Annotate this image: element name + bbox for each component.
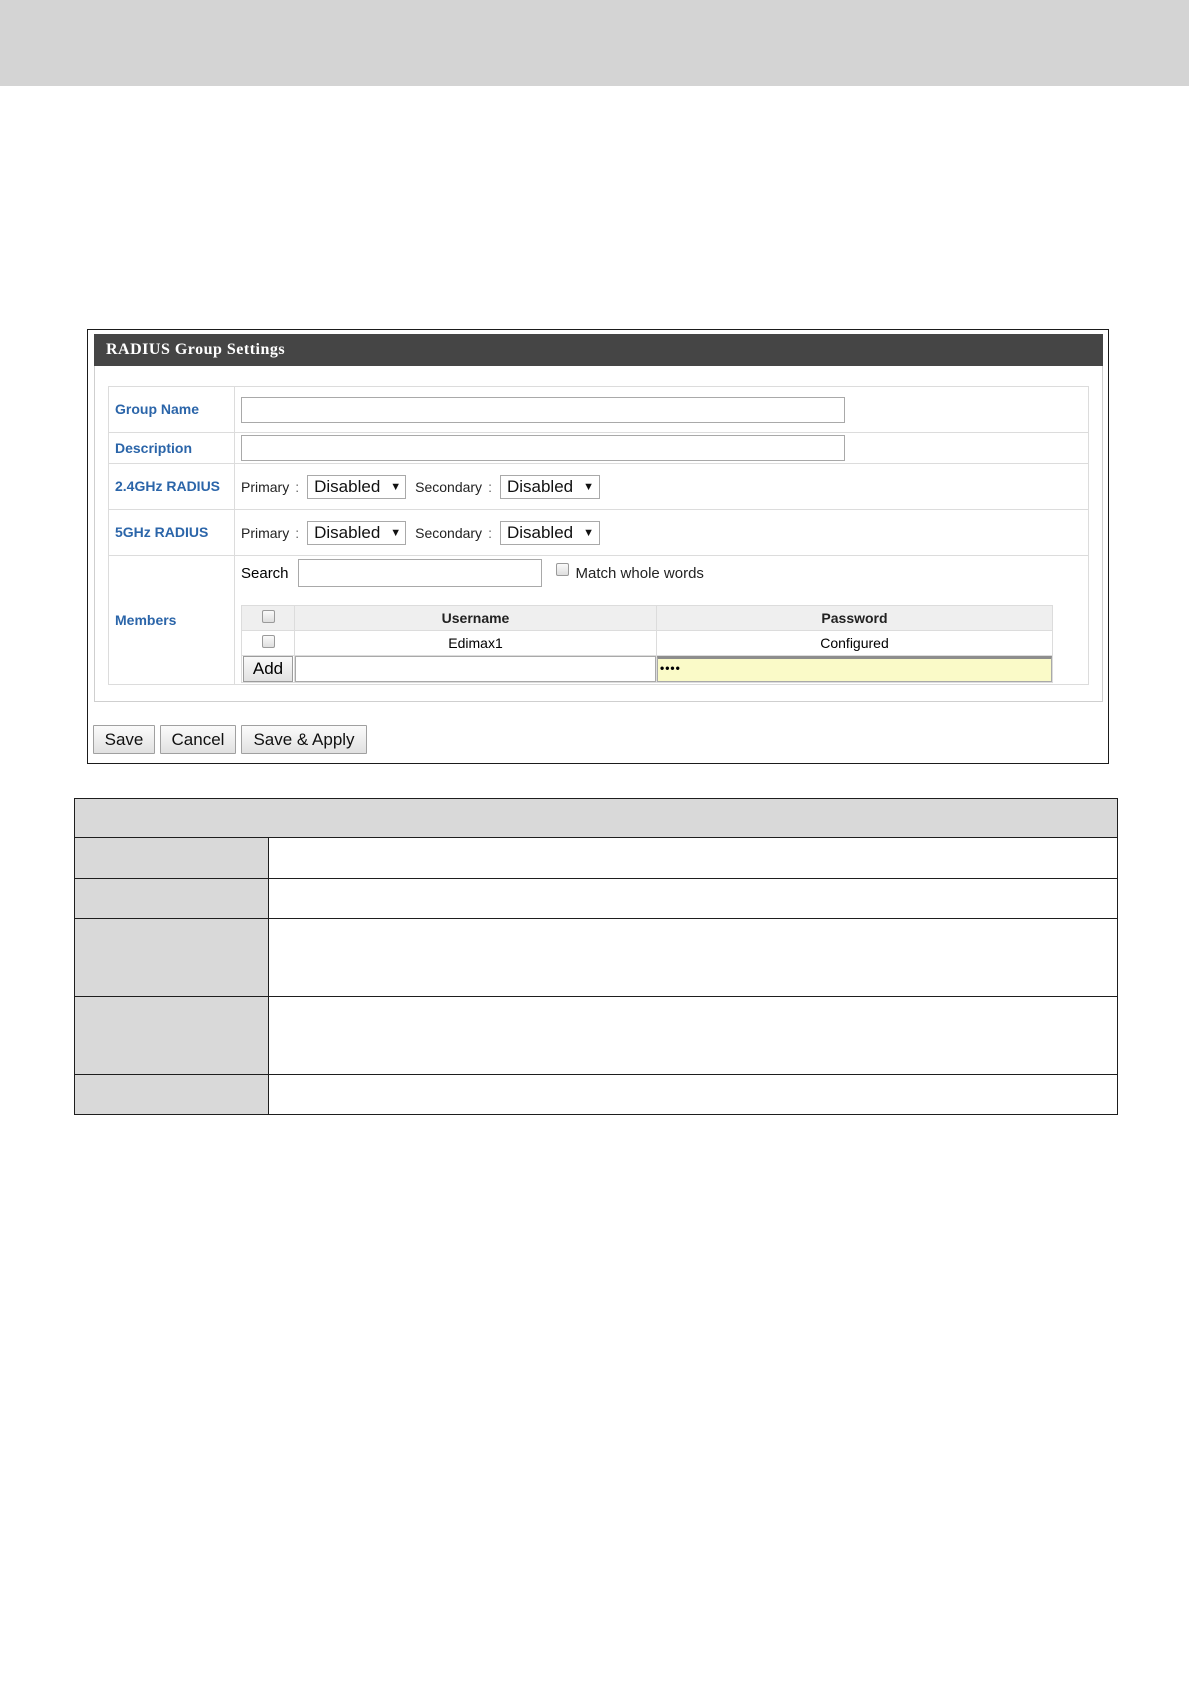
radius-24-label: 2.4GHz RADIUS [108, 463, 235, 510]
cancel-button[interactable]: Cancel [160, 725, 236, 754]
table-row [74, 1074, 1118, 1115]
new-password-input[interactable]: •••• [657, 656, 1052, 682]
radius-24-primary-select[interactable]: Disabled ▼ [307, 474, 407, 499]
colon: : [295, 478, 300, 495]
members-label: Members [108, 555, 235, 685]
search-label: Search [241, 564, 289, 582]
panel-body: Group Name Description 2.4GHz RADIUS Pri… [94, 366, 1103, 702]
colon: : [488, 524, 492, 541]
checkbox-icon[interactable] [555, 562, 569, 576]
members-search-row: Search Match whole words [241, 559, 1082, 587]
search-input[interactable] [297, 559, 542, 587]
radius-24-secondary-select[interactable]: Disabled ▼ [499, 474, 600, 499]
dropdown-arrow-icon: ▼ [583, 480, 594, 493]
dropdown-arrow-icon: ▼ [390, 526, 402, 539]
action-buttons: Save Cancel Save & Apply [93, 725, 367, 754]
table-row [74, 878, 1118, 919]
column-header-username: Username [294, 605, 657, 631]
description-table-header [74, 798, 1118, 838]
dropdown-arrow-icon: ▼ [390, 480, 402, 493]
select-value: Disabled [314, 476, 381, 496]
table-row [74, 837, 1118, 879]
radius-24-primary-label: Primary [241, 478, 290, 495]
radius-group-settings-panel: RADIUS Group Settings Group Name Descrip… [87, 329, 1109, 764]
match-whole-words[interactable]: Match whole words [555, 562, 704, 582]
group-name-label: Group Name [108, 386, 235, 433]
colon: : [488, 478, 492, 495]
select-value: Disabled [506, 522, 574, 542]
dropdown-arrow-icon: ▼ [583, 526, 594, 539]
table-row [74, 996, 1118, 1075]
description-table [74, 798, 1118, 1115]
radius-5-primary-label: Primary [241, 524, 290, 541]
match-whole-words-label: Match whole words [575, 564, 704, 582]
table-row: Edimax1 Configured [241, 630, 1053, 656]
group-name-input[interactable] [241, 396, 845, 423]
radius-5-row: Primary : Disabled ▼ Secondary : Disable… [241, 520, 1082, 545]
row-username: Edimax1 [294, 630, 657, 656]
panel-title: RADIUS Group Settings [94, 334, 1103, 366]
colon: : [295, 524, 300, 541]
add-member-row: Add •••• [241, 655, 1053, 683]
settings-form-table: Group Name Description 2.4GHz RADIUS Pri… [108, 386, 1089, 685]
row-checkbox-icon[interactable] [261, 635, 275, 648]
radius-5-label: 5GHz RADIUS [108, 509, 235, 556]
radius-24-secondary-label: Secondary [415, 478, 483, 495]
select-value: Disabled [506, 476, 574, 496]
description-input[interactable] [241, 435, 845, 461]
radius-5-primary-select[interactable]: Disabled ▼ [307, 520, 407, 545]
radius-5-secondary-select[interactable]: Disabled ▼ [499, 520, 600, 545]
save-button[interactable]: Save [93, 725, 155, 754]
table-row [74, 918, 1118, 997]
radius-5-secondary-label: Secondary [415, 524, 483, 541]
members-table: Username Password Edimax1 Configured Add… [241, 605, 1053, 683]
description-label: Description [108, 432, 235, 464]
new-username-input[interactable] [295, 656, 656, 682]
select-all-checkbox-icon[interactable] [261, 610, 275, 623]
members-table-header: Username Password [241, 605, 1053, 631]
select-value: Disabled [314, 522, 381, 542]
page-header-band [0, 0, 1191, 86]
radius-24-row: Primary : Disabled ▼ Secondary : Disable… [241, 474, 1082, 499]
add-member-button[interactable]: Add [243, 656, 293, 682]
column-header-password: Password [656, 605, 1053, 631]
row-password: Configured [656, 630, 1053, 656]
save-apply-button[interactable]: Save & Apply [241, 725, 367, 754]
